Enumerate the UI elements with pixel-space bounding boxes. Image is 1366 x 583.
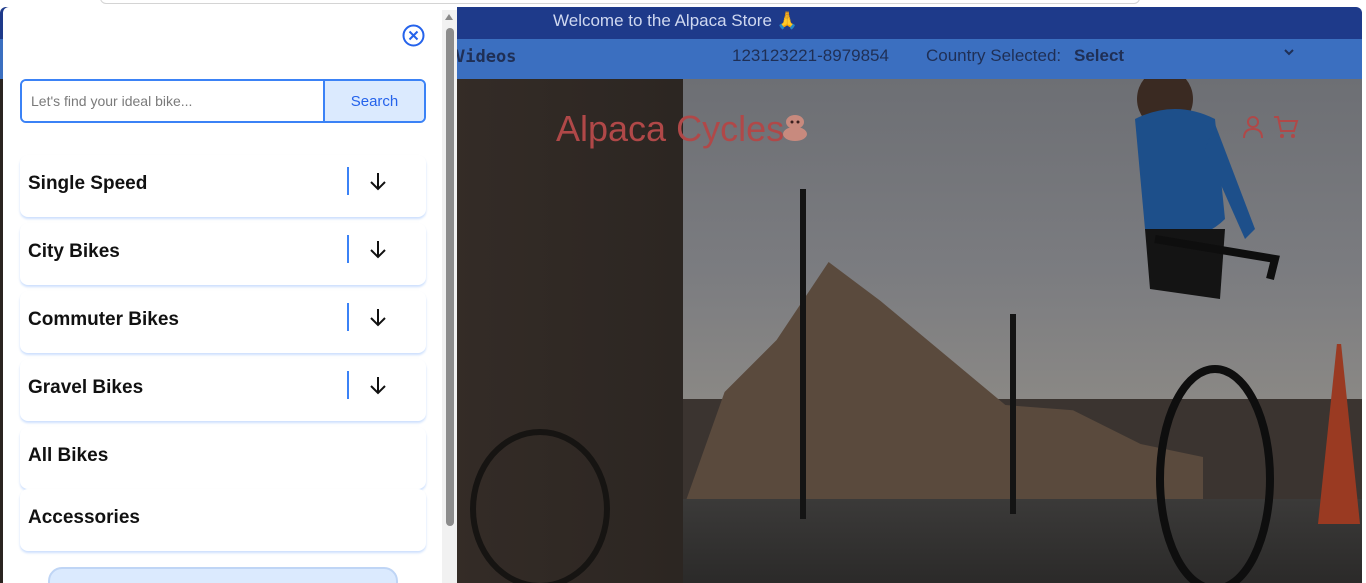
drawer-action-button[interactable]	[48, 567, 398, 583]
menu-item-city-bikes[interactable]: City Bikes	[20, 223, 426, 285]
country-select[interactable]: Select	[1074, 46, 1124, 66]
hero-street-lamp	[800, 189, 806, 519]
brand-name[interactable]: Alpaca Cycles	[556, 108, 784, 150]
search-bar: Search	[20, 79, 426, 123]
search-button[interactable]: Search	[325, 81, 424, 121]
menu-item-all-bikes[interactable]: All Bikes	[20, 427, 426, 489]
arrow-down-icon[interactable]	[367, 305, 389, 329]
menu-item-label: City Bikes	[28, 241, 120, 262]
user-icon[interactable]	[1242, 115, 1264, 143]
menu-item-single-speed[interactable]: Single Speed	[20, 155, 426, 217]
menu-item-label: Gravel Bikes	[28, 377, 144, 398]
cart-icon[interactable]	[1273, 115, 1299, 143]
page: Welcome to the Alpaca Store 🙏 Videos 123…	[0, 0, 1366, 583]
scrollbar-thumb[interactable]	[446, 28, 454, 526]
menu-item-gravel-bikes[interactable]: Gravel Bikes	[20, 359, 426, 421]
search-input[interactable]	[22, 81, 325, 121]
browser-address-bar-edge	[100, 0, 1140, 4]
country-label: Country Selected:	[926, 46, 1062, 65]
menu-divider	[347, 235, 349, 263]
arrow-down-icon[interactable]	[367, 373, 389, 397]
nav-link-videos[interactable]: Videos	[455, 47, 516, 67]
close-icon[interactable]	[402, 24, 425, 47]
hero-cyclist	[1135, 79, 1280, 583]
scroll-up-arrow-icon[interactable]	[445, 14, 453, 20]
menu-item-label: Accessories	[28, 507, 140, 528]
hero-parked-bike-wheel	[470, 429, 610, 583]
menu-divider	[347, 303, 349, 331]
chevron-down-icon[interactable]	[1283, 46, 1295, 61]
hero-street-lamp	[1010, 314, 1016, 514]
alpaca-logo-icon[interactable]	[781, 112, 809, 142]
menu-divider	[347, 167, 349, 195]
welcome-text: Welcome to the Alpaca Store 🙏	[553, 11, 798, 30]
arrow-down-icon[interactable]	[367, 169, 389, 193]
contact-phone: 123123221-8979854	[732, 46, 889, 65]
menu-item-label: Single Speed	[28, 173, 148, 194]
menu-item-label: Commuter Bikes	[28, 309, 179, 330]
arrow-down-icon[interactable]	[367, 237, 389, 261]
menu-item-accessories[interactable]: Accessories	[20, 489, 426, 551]
menu-item-label: All Bikes	[28, 445, 109, 466]
menu-divider	[347, 371, 349, 399]
menu-item-commuter-bikes[interactable]: Commuter Bikes	[20, 291, 426, 353]
